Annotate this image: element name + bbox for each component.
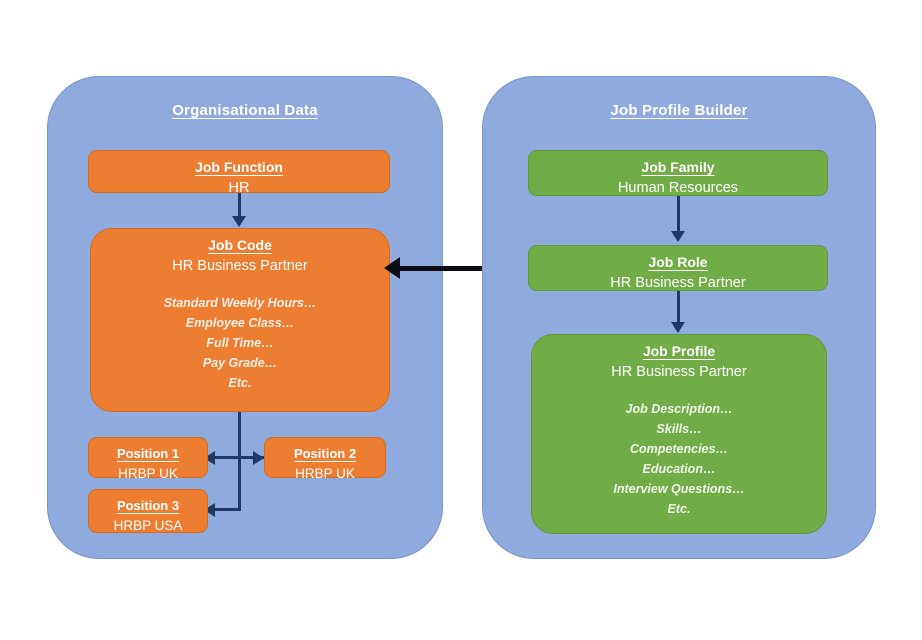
node-job-family[interactable]: Job Family Human Resources [528,150,828,196]
node-job-profile-title: Job Profile [642,343,716,359]
node-position-2[interactable]: Position 2 HRBP UK [264,437,386,481]
connector-job-code-to-positions-trunk [238,412,241,511]
node-position-1-subtitle: HRBP UK [118,466,178,481]
node-job-code-details: Standard Weekly Hours… Employee Class… F… [91,293,389,393]
node-job-role[interactable]: Job Role HR Business Partner [528,245,828,291]
node-job-profile-detail: Job Description… [625,402,733,416]
node-job-profile-subtitle: HR Business Partner [611,364,747,380]
node-job-profile-detail: Interview Questions… [613,482,745,496]
node-job-code-title: Job Code [208,237,272,253]
node-position-2-subtitle: HRBP UK [295,466,355,481]
connector-position-3-branch [213,508,241,511]
node-job-family-title: Job Family [641,159,715,175]
connector-job-family-to-job-role-line [677,196,680,234]
connector-job-code-to-job-role-left-arrowhead [384,257,400,279]
node-job-function-title: Job Function [195,159,283,175]
node-job-code-detail: Employee Class… [185,316,295,330]
node-job-code-detail: Pay Grade… [202,356,278,370]
panel-title-organisational-data: Organisational Data [172,102,318,119]
node-job-function[interactable]: Job Function HR [88,150,390,196]
node-position-3-subtitle: HRBP USA [113,518,183,533]
node-job-code[interactable]: Job Code HR Business Partner Standard We… [90,228,390,412]
connector-job-function-to-job-code-arrowhead [232,216,246,227]
node-job-profile-detail: Etc. [667,502,691,516]
node-position-2-title: Position 2 [293,446,357,461]
node-job-profile[interactable]: Job Profile HR Business Partner Job Desc… [531,334,827,534]
node-job-code-detail: Full Time… [206,336,274,350]
node-job-profile-detail: Education… [642,462,716,476]
node-position-1[interactable]: Position 1 HRBP UK [88,437,208,481]
node-position-3[interactable]: Position 3 HRBP USA [88,489,208,533]
connector-job-role-to-job-profile-arrowhead [671,322,685,333]
node-job-code-detail: Standard Weekly Hours… [163,296,317,310]
connector-job-role-to-job-profile-line [677,291,680,326]
node-job-profile-detail: Skills… [656,422,702,436]
connector-job-family-to-job-role-arrowhead [671,231,685,242]
node-job-profile-detail: Competencies… [630,442,728,456]
node-position-1-title: Position 1 [116,446,180,461]
diagram-canvas: Organisational Data Job Function HR Job … [0,0,922,640]
connector-position-2-arrowhead [253,451,264,465]
node-job-code-detail: Etc. [228,376,252,390]
node-position-3-title: Position 3 [116,498,180,513]
node-job-code-subtitle: HR Business Partner [172,258,308,274]
node-job-role-title: Job Role [648,254,708,270]
node-job-profile-details: Job Description… Skills… Competencies… E… [532,399,826,519]
panel-title-job-profile-builder: Job Profile Builder [610,102,748,119]
